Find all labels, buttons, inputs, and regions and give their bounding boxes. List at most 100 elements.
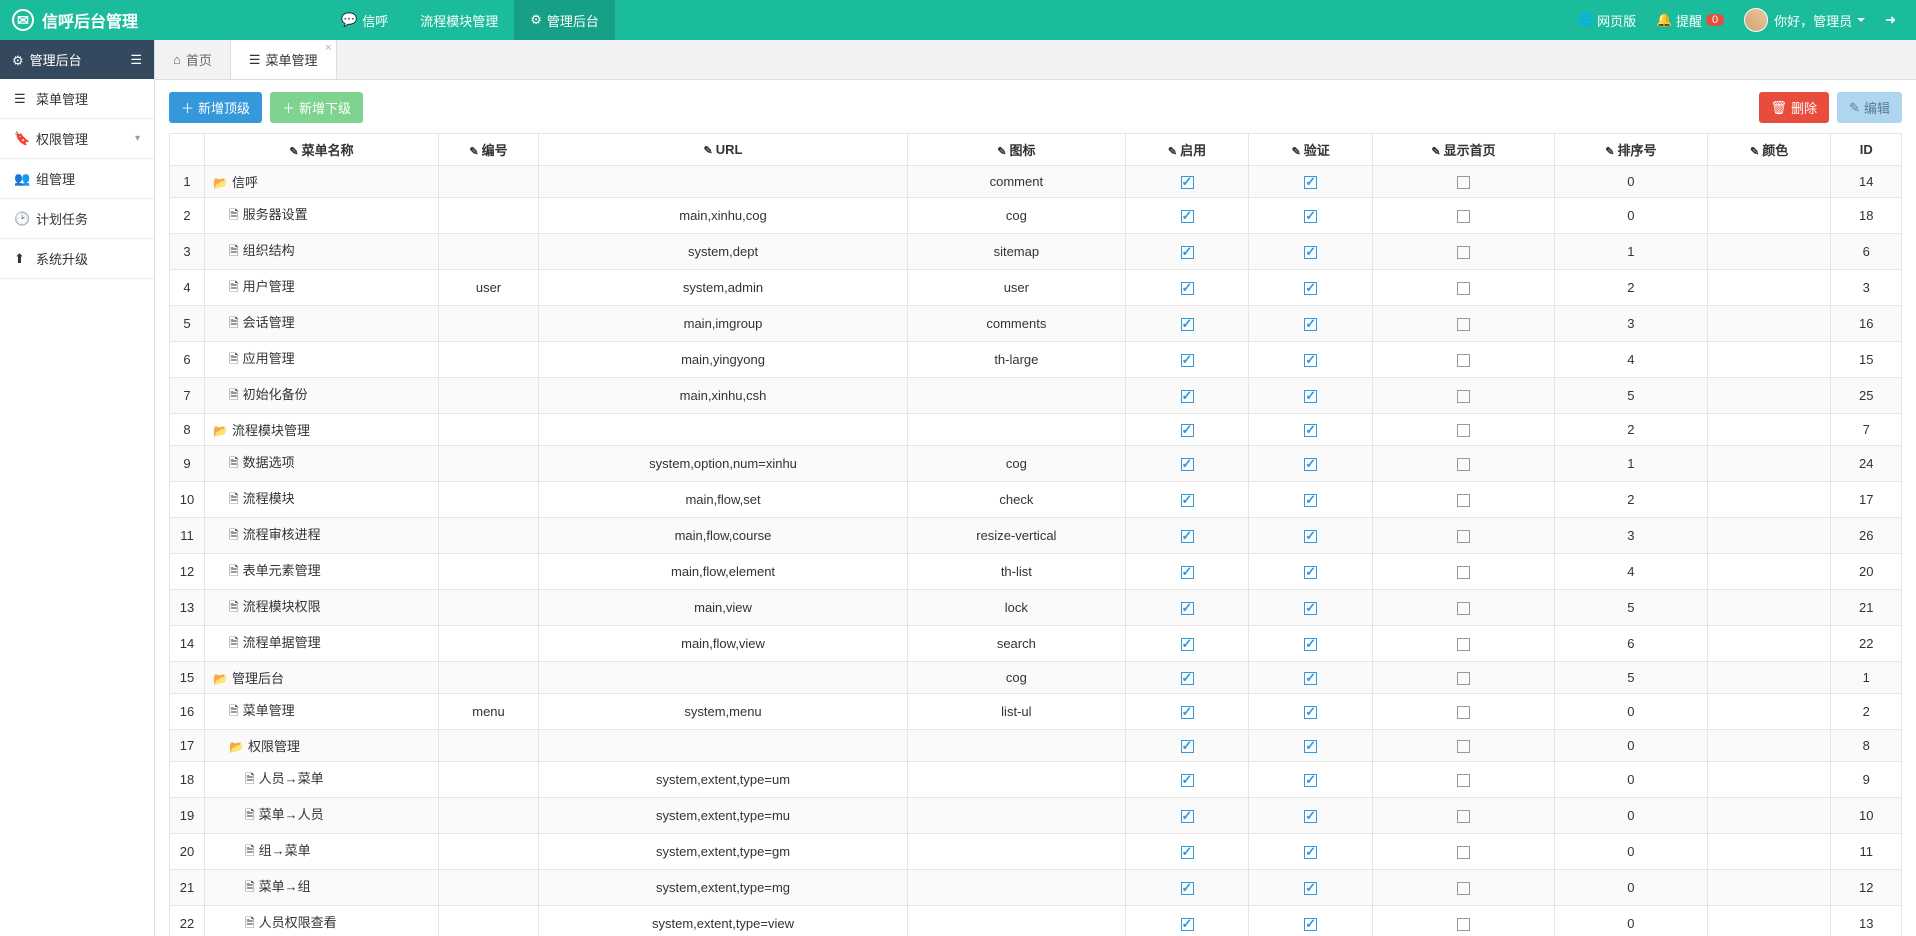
cell-code[interactable]: [439, 870, 539, 906]
cell-code[interactable]: [439, 518, 539, 554]
cell-code[interactable]: [439, 834, 539, 870]
checkbox-icon[interactable]: [1181, 810, 1194, 823]
checkbox-icon[interactable]: [1181, 740, 1194, 753]
cell-home[interactable]: [1373, 662, 1555, 694]
cell-url[interactable]: [539, 414, 908, 446]
checkbox-icon[interactable]: [1181, 530, 1194, 543]
cell-verify[interactable]: [1249, 798, 1373, 834]
cell-home[interactable]: [1373, 198, 1555, 234]
cell-name[interactable]: 流程模块: [205, 482, 439, 518]
bars-icon[interactable]: ☰: [130, 52, 142, 68]
topnav-item-1[interactable]: 流程模块管理: [404, 0, 514, 40]
cell-verify[interactable]: [1249, 414, 1373, 446]
cell-name[interactable]: 菜单管理: [205, 694, 439, 730]
cell-code[interactable]: menu: [439, 694, 539, 730]
cell-code[interactable]: [439, 306, 539, 342]
cell-home[interactable]: [1373, 694, 1555, 730]
cell-url[interactable]: main,view: [539, 590, 908, 626]
checkbox-icon[interactable]: [1181, 706, 1194, 719]
checkbox-icon[interactable]: [1457, 638, 1470, 651]
checkbox-icon[interactable]: [1304, 810, 1317, 823]
checkbox-icon[interactable]: [1304, 530, 1317, 543]
cell-code[interactable]: [439, 662, 539, 694]
checkbox-icon[interactable]: [1181, 672, 1194, 685]
checkbox-icon[interactable]: [1457, 602, 1470, 615]
cell-home[interactable]: [1373, 626, 1555, 662]
table-row[interactable]: 14流程单据管理main,flow,viewsearch622: [170, 626, 1902, 662]
cell-icon[interactable]: th-large: [908, 342, 1126, 378]
cell-icon[interactable]: th-list: [908, 554, 1126, 590]
checkbox-icon[interactable]: [1181, 282, 1194, 295]
cell-sort[interactable]: 1: [1554, 446, 1707, 482]
cell-verify[interactable]: [1249, 762, 1373, 798]
checkbox-icon[interactable]: [1457, 846, 1470, 859]
col-name[interactable]: 菜单名称: [205, 134, 439, 166]
cell-icon[interactable]: [908, 762, 1126, 798]
cell-color[interactable]: [1707, 834, 1831, 870]
cell-verify[interactable]: [1249, 518, 1373, 554]
web-version-link[interactable]: 🌐 网页版: [1567, 0, 1646, 40]
remind-link[interactable]: 🔔 提醒0: [1646, 0, 1734, 40]
cell-enable[interactable]: [1125, 694, 1249, 730]
checkbox-icon[interactable]: [1457, 740, 1470, 753]
cell-url[interactable]: main,flow,view: [539, 626, 908, 662]
cell-name[interactable]: 用户管理: [205, 270, 439, 306]
brand[interactable]: ✉ 信呼后台管理: [0, 8, 155, 32]
cell-name[interactable]: 服务器设置: [205, 198, 439, 234]
checkbox-icon[interactable]: [1181, 602, 1194, 615]
checkbox-icon[interactable]: [1457, 424, 1470, 437]
cell-enable[interactable]: [1125, 554, 1249, 590]
cell-code[interactable]: [439, 446, 539, 482]
table-row[interactable]: 5会话管理main,imgroupcomments316: [170, 306, 1902, 342]
cell-sort[interactable]: 0: [1554, 870, 1707, 906]
checkbox-icon[interactable]: [1181, 176, 1194, 189]
cell-sort[interactable]: 1: [1554, 234, 1707, 270]
cell-name[interactable]: 表单元素管理: [205, 554, 439, 590]
cell-code[interactable]: [439, 198, 539, 234]
cell-name[interactable]: 会话管理: [205, 306, 439, 342]
checkbox-icon[interactable]: [1304, 706, 1317, 719]
cell-home[interactable]: [1373, 446, 1555, 482]
cell-home[interactable]: [1373, 518, 1555, 554]
cell-name[interactable]: 初始化备份: [205, 378, 439, 414]
cell-icon[interactable]: [908, 378, 1126, 414]
cell-url[interactable]: system,menu: [539, 694, 908, 730]
cell-icon[interactable]: cog: [908, 446, 1126, 482]
checkbox-icon[interactable]: [1304, 846, 1317, 859]
cell-verify[interactable]: [1249, 626, 1373, 662]
cell-icon[interactable]: [908, 834, 1126, 870]
cell-name[interactable]: 权限管理: [205, 730, 439, 762]
cell-sort[interactable]: 5: [1554, 662, 1707, 694]
table-row[interactable]: 16菜单管理menusystem,menulist-ul02: [170, 694, 1902, 730]
cell-sort[interactable]: 4: [1554, 554, 1707, 590]
cell-name[interactable]: 流程审核进程: [205, 518, 439, 554]
checkbox-icon[interactable]: [1457, 210, 1470, 223]
cell-icon[interactable]: user: [908, 270, 1126, 306]
checkbox-icon[interactable]: [1304, 602, 1317, 615]
table-row[interactable]: 9数据选项system,option,num=xinhucog124: [170, 446, 1902, 482]
checkbox-icon[interactable]: [1181, 638, 1194, 651]
cell-icon[interactable]: sitemap: [908, 234, 1126, 270]
checkbox-icon[interactable]: [1304, 918, 1317, 931]
cell-icon[interactable]: comment: [908, 166, 1126, 198]
cell-sort[interactable]: 3: [1554, 306, 1707, 342]
cell-color[interactable]: [1707, 342, 1831, 378]
cell-verify[interactable]: [1249, 906, 1373, 936]
cell-name[interactable]: 组→菜单: [205, 834, 439, 870]
cell-icon[interactable]: comments: [908, 306, 1126, 342]
cell-icon[interactable]: [908, 730, 1126, 762]
cell-home[interactable]: [1373, 906, 1555, 936]
sidebar-item-1[interactable]: 🔖权限管理▾: [0, 119, 154, 159]
cell-sort[interactable]: 2: [1554, 270, 1707, 306]
checkbox-icon[interactable]: [1457, 810, 1470, 823]
col-url[interactable]: URL: [539, 134, 908, 166]
cell-code[interactable]: [439, 414, 539, 446]
checkbox-icon[interactable]: [1457, 566, 1470, 579]
cell-home[interactable]: [1373, 554, 1555, 590]
cell-enable[interactable]: [1125, 626, 1249, 662]
checkbox-icon[interactable]: [1457, 390, 1470, 403]
cell-enable[interactable]: [1125, 730, 1249, 762]
cell-home[interactable]: [1373, 166, 1555, 198]
checkbox-icon[interactable]: [1304, 458, 1317, 471]
cell-verify[interactable]: [1249, 166, 1373, 198]
